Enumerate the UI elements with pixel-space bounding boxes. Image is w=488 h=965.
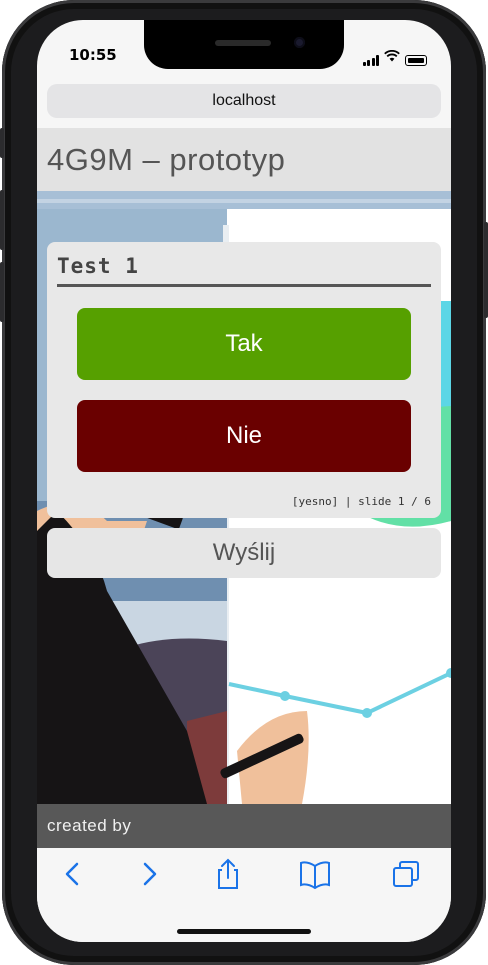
volume-up-button [0,190,4,250]
status-icons [362,47,427,66]
speaker [215,40,271,46]
status-time: 10:55 [69,46,117,64]
volume-down-button [0,262,4,322]
page-footer: created by [37,804,451,848]
browser-toolbar [37,848,451,942]
title-divider [57,284,431,287]
tabs-icon[interactable] [386,858,426,890]
card-title: Test 1 [57,254,139,278]
wifi-icon [384,47,400,66]
slide-meta: [yesno] | slide 1 / 6 [291,495,431,508]
footer-text: created by [47,816,132,835]
notch [144,20,344,69]
forward-icon[interactable] [129,858,169,890]
power-button [484,222,488,318]
signal-icon [362,55,379,66]
bookmarks-icon[interactable] [295,858,335,890]
battery-icon [405,55,427,66]
page-title: 4G9M – prototyp [47,142,286,177]
home-indicator[interactable] [177,929,311,934]
address-bar[interactable]: localhost [47,84,441,118]
phone-screen: 10:55 localhost 4G9M – prototyp Test 1 T… [37,20,451,942]
share-icon[interactable] [208,858,248,890]
yes-button[interactable]: Tak [77,308,411,380]
test-card: Test 1 Tak Nie [yesno] | slide 1 / 6 [47,242,441,518]
back-icon[interactable] [53,858,93,890]
page-header: 4G9M – prototyp [37,128,451,191]
front-camera [294,37,305,48]
web-page: 4G9M – prototyp Test 1 Tak Nie [yesno] |… [37,128,451,848]
silent-switch [0,128,4,158]
no-button[interactable]: Nie [77,400,411,472]
send-button[interactable]: Wyślij [47,528,441,578]
